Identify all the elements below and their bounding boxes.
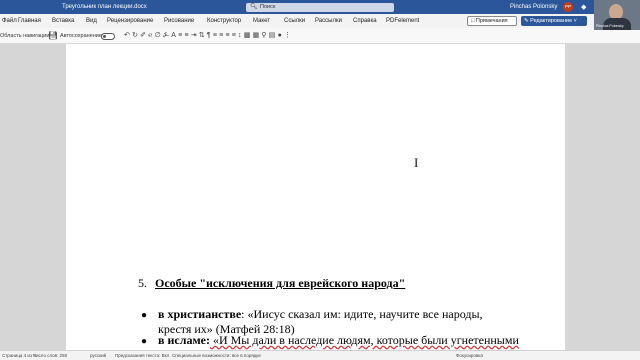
bullet-icon: ●	[141, 310, 148, 321]
heading-text: Особые "исключения для еврейского народа…	[155, 276, 406, 290]
list-item: в исламе: «И Мы дали в наследие людям, к…	[158, 333, 519, 348]
autosave-label: Автосохранение	[60, 33, 102, 39]
navigation-pane-toggle[interactable]: Область навигации	[0, 33, 49, 39]
editing-button[interactable]: ✎ Редактирование ˅	[521, 16, 587, 26]
bullet-icon: ●	[141, 336, 148, 347]
save-icon[interactable]: 💾︎	[48, 31, 58, 40]
webcam-name: Pinchas Polonsky	[596, 24, 624, 28]
tab-home[interactable]: Главная	[18, 18, 41, 24]
word-count[interactable]: Число слов: 258	[33, 353, 67, 358]
comments-button[interactable]: □ Примечания	[467, 16, 517, 26]
redo-icon[interactable]: ↻	[132, 32, 140, 39]
focus-button[interactable]: Фокусировка	[456, 353, 483, 358]
editing-label: Редактирование	[530, 18, 573, 24]
avatar[interactable]: PP	[563, 2, 573, 12]
italic-icon[interactable]: ∅	[155, 32, 163, 39]
search-placeholder: Поиск	[260, 4, 276, 10]
search-input[interactable]: 🔍︎ Поиск	[246, 3, 394, 12]
tab-references[interactable]: Ссылки	[284, 18, 305, 24]
diamond-icon[interactable]: ◆	[581, 3, 586, 11]
tab-view[interactable]: Вид	[86, 18, 97, 24]
status-bar: Страница 4 из 5 Число слов: 258 русский …	[0, 350, 640, 360]
tab-mailings[interactable]: Рассылки	[315, 18, 342, 24]
user-name[interactable]: Pinchas Polonsky	[510, 4, 557, 10]
quick-toolbar: Область навигации 💾︎ Автосохранение ↶↻✐℮…	[0, 28, 640, 44]
chevron-down-icon: ˅	[573, 18, 577, 24]
tab-design[interactable]: Конструктор	[207, 18, 241, 24]
find-icon[interactable]: ⚲	[261, 32, 268, 39]
toolbar-icons: ↶↻✐℮∅⍼A≡≡⇥⇅¶≡≡≡≡↕▩▦⚲▤●⋮	[124, 31, 293, 40]
undo-icon[interactable]: ↶	[124, 32, 132, 39]
search-icon: 🔍︎	[250, 4, 258, 10]
document-page[interactable]: I 5. Особые "исключения для еврейского н…	[66, 44, 565, 350]
shading-icon[interactable]: ▩	[244, 32, 253, 39]
more-icon[interactable]: ⋮	[284, 32, 293, 39]
styles-icon[interactable]: ▤	[269, 32, 278, 39]
heading-number: 5.	[138, 276, 147, 290]
page-count[interactable]: Страница 4 из 5	[2, 353, 36, 358]
tab-review[interactable]: Рецензирование	[107, 18, 153, 24]
tab-draw[interactable]: Рисование	[164, 18, 194, 24]
autosave-toggle[interactable]	[101, 33, 115, 40]
list-item-bold: в исламе:	[158, 333, 210, 347]
title-bar: Треугольник план лекции.docx 🔍︎ Поиск Pi…	[0, 0, 640, 14]
text-predictions[interactable]: Предсказания текста: Вкл	[115, 353, 169, 358]
comments-label: Примечания	[475, 18, 508, 24]
text-cursor-icon: I	[414, 155, 419, 170]
sort-icon[interactable]: ⇅	[199, 32, 207, 39]
language[interactable]: русский	[90, 353, 106, 358]
tab-insert[interactable]: Вставка	[52, 18, 74, 24]
tab-pdfelement[interactable]: PDFelement	[386, 18, 419, 24]
accessibility-status[interactable]: Специальные возможности: все в порядке	[172, 353, 261, 358]
tab-file[interactable]: Файл	[2, 18, 17, 24]
indent-icon[interactable]: ⇥	[191, 32, 199, 39]
list-item-text: «И Мы дали в наследие людям, которые был…	[209, 333, 519, 347]
list-item-bold: в христианстве	[158, 307, 242, 321]
tab-layout[interactable]: Макет	[253, 18, 270, 24]
webcam-overlay: Pinchas Polonsky	[594, 0, 640, 30]
document-title: Треугольник план лекции.docx	[62, 4, 147, 10]
tab-help[interactable]: Справка	[353, 18, 377, 24]
